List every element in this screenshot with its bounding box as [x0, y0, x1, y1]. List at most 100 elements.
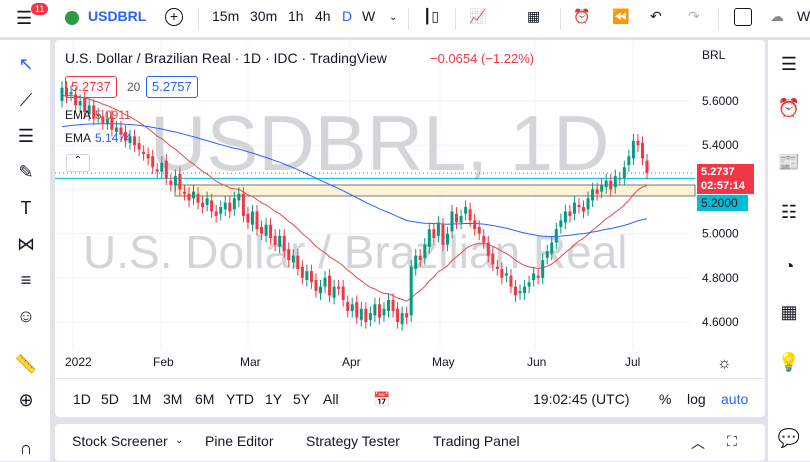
- chevron-down-icon[interactable]: ⌄: [175, 435, 183, 446]
- ema-label: EMA: [65, 131, 92, 145]
- trendline-icon[interactable]: ⟋: [14, 90, 38, 114]
- candle-body: [622, 167, 626, 179]
- candle-body: [260, 226, 264, 234]
- timeframe-6m[interactable]: 6M: [195, 391, 214, 407]
- timeframe-1y[interactable]: 1Y: [265, 391, 282, 407]
- interval-1h[interactable]: 1h: [288, 8, 304, 24]
- maximize-panel-icon[interactable]: ⛶: [727, 433, 737, 450]
- tab-stock-screener[interactable]: Stock Screener: [72, 433, 168, 449]
- timeframe-5y[interactable]: 5Y: [293, 391, 310, 407]
- candle-body: [586, 198, 590, 210]
- timeframe-all[interactable]: All: [323, 391, 339, 407]
- time-tick: Mar: [240, 355, 261, 369]
- candle-body: [346, 302, 350, 311]
- candle-body: [631, 140, 635, 159]
- brush-icon[interactable]: ✎: [14, 162, 38, 186]
- interval-30m[interactable]: 30m: [250, 8, 277, 24]
- timeframe-3m[interactable]: 3M: [163, 391, 182, 407]
- menu-icon[interactable]: ☰: [16, 8, 32, 29]
- timeframe-1d[interactable]: 1D: [73, 391, 91, 407]
- timeframe-5d[interactable]: 5D: [101, 391, 119, 407]
- candle-body: [609, 180, 613, 190]
- hotlist-icon[interactable]: ◔: [776, 256, 802, 282]
- tab-trading-panel[interactable]: Trading Panel: [433, 433, 520, 449]
- symbol-search[interactable]: USDBRL: [88, 8, 146, 24]
- zoom-icon[interactable]: ⊕: [14, 390, 38, 414]
- candle-body: [600, 184, 604, 192]
- candle-body: [382, 308, 386, 316]
- chart-pane[interactable]: 5.6000 5.4000 5.2000 5.0000 4.8000 4.6000 2022…: [55, 40, 765, 417]
- expand-panel-icon[interactable]: ︿: [691, 433, 705, 453]
- interval-w[interactable]: W: [362, 8, 375, 24]
- tab-strategy-tester[interactable]: Strategy Tester: [306, 433, 400, 449]
- add-symbol-icon[interactable]: +: [165, 8, 183, 26]
- notification-badge: 11: [31, 3, 49, 15]
- candle-body: [368, 313, 372, 320]
- candle-body: [278, 235, 282, 247]
- pattern-icon[interactable]: ⋈: [14, 234, 38, 258]
- candle-body: [513, 286, 517, 296]
- timeframe-1m[interactable]: 1M: [132, 391, 151, 407]
- log-toggle[interactable]: log: [687, 391, 706, 407]
- tab-pine-editor[interactable]: Pine Editor: [205, 433, 273, 449]
- indicators-icon[interactable]: 📈: [469, 8, 486, 25]
- date-range-icon[interactable]: 📅: [373, 391, 390, 408]
- chat-icon[interactable]: 💬: [776, 428, 802, 454]
- currency-selector[interactable]: BRL: [702, 48, 725, 62]
- candle-body: [613, 176, 617, 188]
- cloud-icon[interactable]: ☁: [770, 8, 784, 25]
- candle-body: [187, 193, 191, 201]
- undo-icon[interactable]: ↶: [650, 8, 662, 25]
- alarm-icon[interactable]: ⏰: [573, 8, 590, 25]
- alerts-icon[interactable]: ⏰: [776, 98, 802, 124]
- replay-icon[interactable]: ⏪: [612, 8, 629, 25]
- price-tick: 4.6000: [702, 315, 739, 329]
- candle-body: [618, 178, 622, 180]
- candle-body: [196, 193, 200, 203]
- auto-toggle[interactable]: auto: [721, 391, 748, 407]
- candle-body: [541, 260, 545, 278]
- percent-toggle[interactable]: %: [659, 391, 671, 407]
- interval-4h[interactable]: 4h: [315, 8, 331, 24]
- candle-body: [250, 211, 254, 225]
- candles-icon[interactable]: ┃▯: [423, 8, 439, 25]
- interval-d[interactable]: D: [342, 8, 352, 24]
- timeframe-ytd[interactable]: YTD: [226, 391, 254, 407]
- watchlist-icon[interactable]: ☰: [776, 54, 802, 80]
- measure-icon[interactable]: ≡: [14, 270, 38, 294]
- cursor-icon[interactable]: ↖: [14, 54, 38, 78]
- candle-body: [436, 222, 440, 236]
- candle-body: [332, 286, 336, 298]
- candle-body: [468, 209, 472, 221]
- text-icon[interactable]: T: [14, 198, 38, 222]
- bid-button[interactable]: 5.2737: [65, 76, 117, 98]
- candle-body: [219, 207, 223, 214]
- candle-body: [146, 154, 150, 159]
- ruler-icon[interactable]: 📏: [14, 354, 38, 378]
- time-tick: Feb: [153, 355, 174, 369]
- fullscreen-icon[interactable]: [734, 8, 752, 26]
- candle-body: [133, 136, 137, 146]
- chevron-down-icon[interactable]: ⌄: [389, 12, 397, 23]
- emoji-icon[interactable]: ☺: [14, 306, 38, 330]
- fib-icon[interactable]: ☰: [14, 126, 38, 150]
- news-icon[interactable]: 📰: [776, 152, 802, 178]
- candle-body: [201, 202, 205, 208]
- candle-body: [210, 200, 214, 212]
- candle-body: [78, 101, 82, 106]
- collapse-legend-button[interactable]: ⌃: [66, 154, 90, 172]
- magnet-icon[interactable]: ∩: [14, 438, 38, 462]
- candle-body: [532, 273, 536, 281]
- ask-button[interactable]: 5.2757: [146, 76, 198, 98]
- candle-body: [341, 286, 345, 300]
- interval-15m[interactable]: 15m: [212, 8, 239, 24]
- clock: 19:02:45 (UTC): [533, 391, 630, 407]
- ideas-icon[interactable]: ☷: [776, 202, 802, 228]
- candle-body: [323, 277, 327, 287]
- layouts-icon[interactable]: ▦: [527, 8, 540, 25]
- redo-icon[interactable]: ↷: [688, 8, 700, 25]
- settings-icon[interactable]: ☼: [717, 355, 732, 373]
- lightbulb-icon[interactable]: 💡: [776, 352, 802, 378]
- calendar-icon[interactable]: ▦: [776, 302, 802, 328]
- candle-body: [595, 189, 599, 194]
